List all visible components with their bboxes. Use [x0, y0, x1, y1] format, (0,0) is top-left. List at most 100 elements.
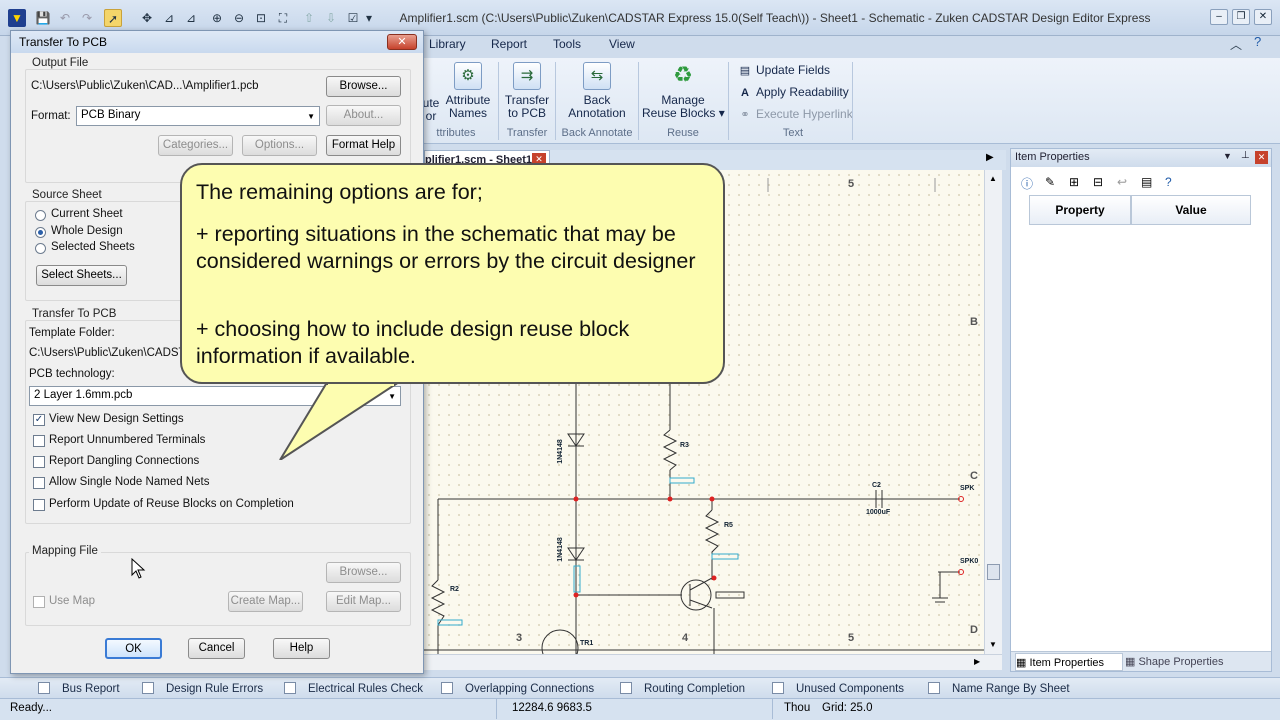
vertical-scrollbar[interactable]: ▲ ▼ [984, 170, 1002, 654]
property-column-header[interactable]: Property [1029, 195, 1131, 225]
execute-hyperlink-label: Execute Hyperlink [756, 107, 853, 121]
radio-selected-sheets[interactable] [35, 243, 46, 254]
tutorial-callout: The remaining options are for; + reporti… [180, 163, 725, 384]
ribbon-tabs: Library Report Tools View ︿ ? [424, 34, 1280, 58]
tab-unused-components-label: Unused Components [796, 683, 905, 695]
help-icon[interactable]: ? [1254, 34, 1261, 49]
checkbox-allow-single-node-nets[interactable] [33, 477, 45, 489]
output-browse-button[interactable]: Browse... [326, 76, 401, 97]
scroll-right-icon[interactable]: ▶ [974, 657, 980, 666]
checkbox-report-dangling-connections[interactable] [33, 456, 45, 468]
undo-property-icon[interactable]: ↩ [1117, 175, 1127, 189]
dialog-close-button[interactable]: ✕ [387, 34, 417, 50]
scroll-down-icon[interactable]: ▼ [989, 640, 997, 649]
resistor-r2 [430, 579, 446, 626]
scroll-tabs-right-icon[interactable]: ▶ [986, 152, 994, 163]
attribute-names-button[interactable]: ⚙ Attribute Names [442, 62, 494, 120]
categories-button[interactable]: Categories... [158, 135, 233, 156]
status-grid: Grid: 25.0 [822, 702, 873, 714]
execute-hyperlink-button[interactable]: ⚭ Execute Hyperlink [738, 107, 853, 121]
tab-bus-report[interactable]: Bus Report [38, 682, 120, 695]
minimize-button[interactable]: – [1210, 9, 1228, 25]
format-select[interactable]: PCB Binary ▼ [76, 106, 320, 126]
tab-item-properties[interactable]: ▦ Item Properties [1015, 653, 1123, 671]
horizontal-scrollbar[interactable]: ▶ [424, 654, 1002, 670]
tab-report[interactable]: Report [491, 37, 527, 51]
attribute-names-label: Attribute Names [445, 93, 491, 120]
tab-unused-components[interactable]: Unused Components [772, 682, 904, 695]
net-label-box [711, 553, 739, 560]
radio-whole-design[interactable] [35, 227, 46, 238]
tab-bus-report-label: Bus Report [62, 683, 120, 695]
report-icon [928, 682, 940, 694]
tab-tools[interactable]: Tools [553, 37, 581, 51]
pin-icon[interactable]: ⊥ [1241, 150, 1250, 161]
options-button[interactable]: Options... [242, 135, 317, 156]
ribbon-separator [498, 62, 499, 140]
group-reuse-label: Reuse [667, 127, 699, 139]
selected-sheets-label: Selected Sheets [51, 241, 135, 253]
tab-design-rule-errors[interactable]: Design Rule Errors [142, 682, 263, 695]
tab-name-range-by-sheet[interactable]: Name Range By Sheet [928, 682, 1070, 695]
ok-button[interactable]: OK [105, 638, 162, 659]
manage-reuse-blocks-button[interactable]: ♻ Manage Reuse Blocks ▾ [642, 62, 725, 120]
collapse-ribbon-icon[interactable]: ︿ [1230, 36, 1242, 53]
callout-line-2: + reporting situations in the schematic … [196, 222, 696, 273]
properties-toolbar: ⓘ ✎ ⊞ ⊟ ↩ ▤ ? [1011, 173, 1271, 195]
part-label: 1N4148 [556, 537, 564, 562]
update-fields-button[interactable]: ▤ Update Fields [738, 63, 830, 77]
apply-readability-button[interactable]: A Apply Readability [738, 85, 849, 99]
ribbon: ute or ⚙ Attribute Names ttributes ⇉ Tra… [423, 58, 1280, 144]
list-icon[interactable]: ▤ [1141, 175, 1152, 189]
properties-tabs: ▦ Item Properties ▦ Shape Properties [1011, 651, 1271, 671]
tree-collapse-icon[interactable]: ⊟ [1093, 175, 1103, 189]
tab-view[interactable]: View [609, 37, 635, 51]
scroll-up-icon[interactable]: ▲ [989, 174, 997, 183]
mapping-file-label: Mapping File [29, 545, 101, 557]
view-new-design-settings-label: View New Design Settings [49, 413, 184, 425]
resistor-r3 [662, 429, 678, 471]
help-button[interactable]: Help [273, 638, 330, 659]
source-sheet-label: Source Sheet [29, 189, 105, 201]
status-bar: Ready... 12284.6 9683.5 Thou Grid: 25.0 [0, 698, 1280, 720]
panel-menu-icon[interactable]: ▼ [1223, 151, 1232, 161]
scroll-thumb[interactable] [987, 564, 1000, 580]
transfer-to-pcb-button[interactable]: ⇉ Transfer to PCB [502, 62, 552, 120]
value-column-header[interactable]: Value [1131, 195, 1251, 225]
tree-icon[interactable]: ⊞ [1069, 175, 1079, 189]
checkbox-use-map[interactable] [33, 596, 45, 608]
checkbox-view-new-design-settings[interactable]: ✓ [33, 414, 45, 426]
pcb-technology-value: 2 Layer 1.6mm.pcb [34, 389, 133, 401]
close-window-button[interactable]: ✕ [1254, 9, 1272, 25]
close-panel-icon[interactable]: ✕ [1255, 151, 1268, 164]
mapping-browse-button[interactable]: Browse... [326, 562, 401, 583]
shape-properties-icon: ▦ [1125, 656, 1139, 668]
status-divider [496, 699, 497, 719]
frame-row-label: B [970, 316, 978, 328]
checkbox-update-reuse-blocks[interactable] [33, 499, 45, 511]
tab-overlapping-connections[interactable]: Overlapping Connections [441, 682, 594, 695]
back-annotation-button[interactable]: ⇆ Back Annotation [558, 62, 636, 120]
frame-col-label: 5 [848, 178, 855, 190]
part-label: 1000uF [866, 509, 891, 516]
callout-line-1: The remaining options are for; [196, 180, 483, 204]
edit-icon[interactable]: ✎ [1045, 175, 1055, 189]
tab-routing-completion[interactable]: Routing Completion [620, 682, 745, 695]
tab-shape-properties[interactable]: ▦ Shape Properties [1125, 655, 1223, 668]
format-help-button[interactable]: Format Help [326, 135, 401, 156]
help-circle-icon[interactable]: ? [1165, 175, 1172, 189]
edit-map-button[interactable]: Edit Map... [326, 591, 401, 612]
radio-current-sheet[interactable] [35, 210, 46, 221]
create-map-button[interactable]: Create Map... [228, 591, 303, 612]
part-label: 1N4148 [556, 439, 564, 464]
tab-electrical-rules-check[interactable]: Electrical Rules Check [284, 682, 423, 695]
maximize-button[interactable]: ❐ [1232, 9, 1250, 25]
info-icon[interactable]: ⓘ [1021, 175, 1033, 192]
about-button[interactable]: About... [326, 105, 401, 126]
cancel-button[interactable]: Cancel [188, 638, 245, 659]
report-icon [38, 682, 50, 694]
tab-library[interactable]: Library [429, 37, 466, 51]
item-properties-icon: ▦ [1016, 657, 1030, 669]
checkbox-report-unnumbered-terminals[interactable] [33, 435, 45, 447]
select-sheets-button[interactable]: Select Sheets... [36, 265, 127, 286]
